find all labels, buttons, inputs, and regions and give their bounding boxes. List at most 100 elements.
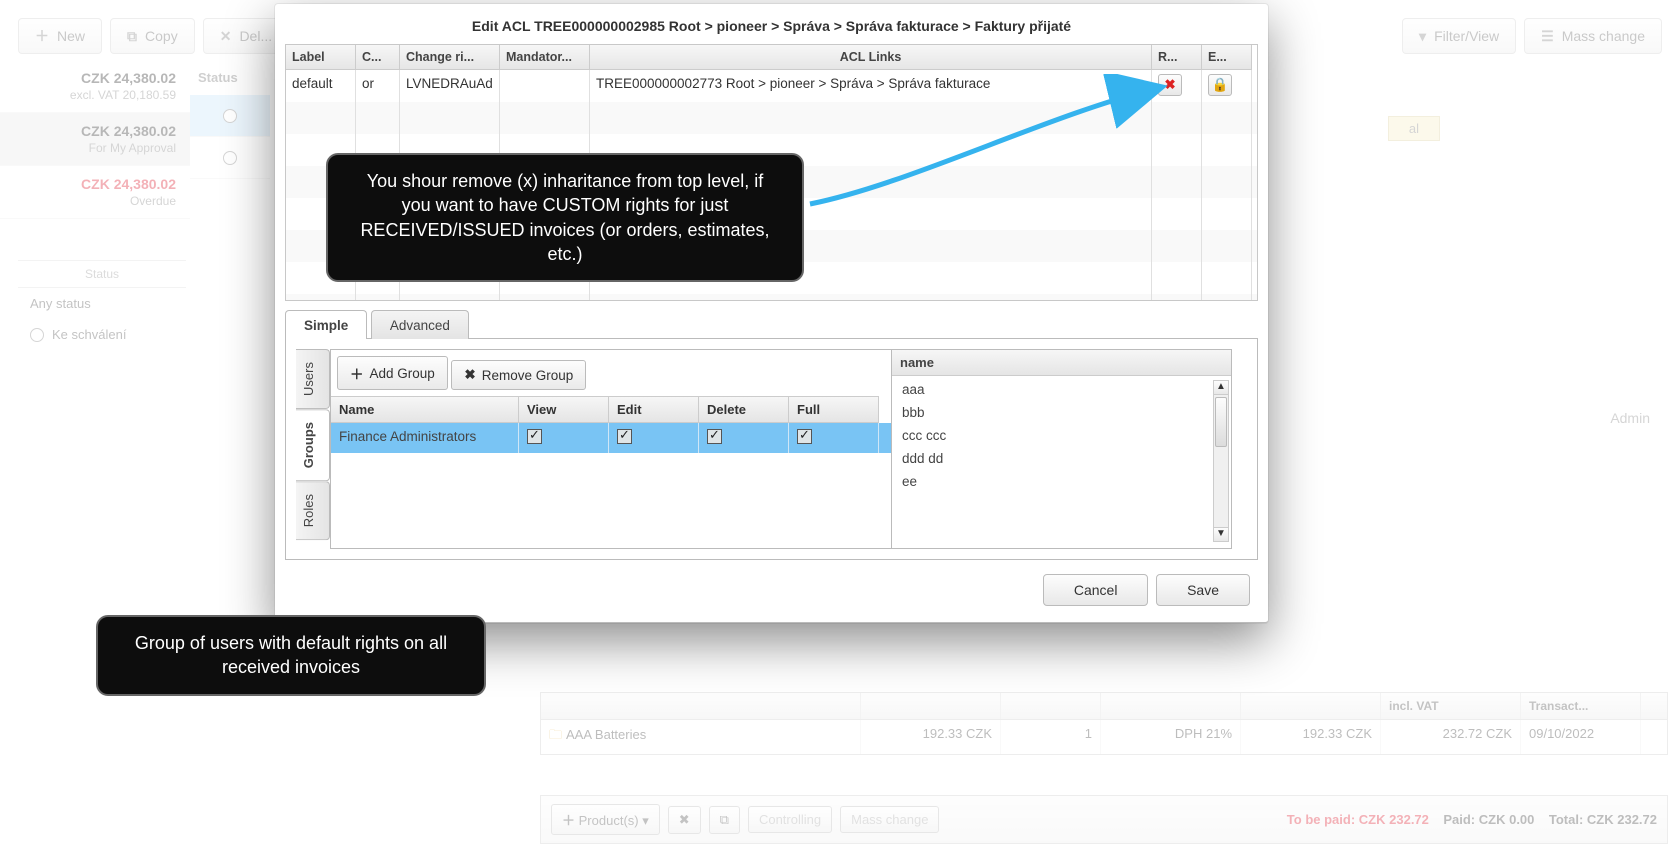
mass-change-items-button[interactable]: Mass change — [840, 806, 939, 833]
products-button[interactable]: ＋ Product(s) ▾ — [551, 804, 660, 835]
summary-sub: excl. VAT 20,180.59 — [14, 88, 176, 102]
modal-tabs: Simple Advanced Users Groups Roles ＋Add … — [285, 309, 1258, 560]
groups-box: ＋Add Group ✖Remove Group Name View Edit … — [330, 349, 892, 549]
acl-row-change: LVNEDRAuAd — [400, 70, 500, 102]
status-column: Status — [190, 60, 270, 179]
col-change-rights: Change ri... — [400, 45, 500, 70]
scroll-down-icon[interactable]: ▼ — [1214, 527, 1228, 541]
remove-inheritance-button[interactable]: ✖ — [1158, 74, 1182, 96]
tab-simple[interactable]: Simple — [285, 310, 367, 339]
remove-item-button[interactable]: ✖ — [668, 806, 701, 834]
remove-group-button[interactable]: ✖Remove Group — [451, 360, 586, 390]
col-incl-vat: incl. VAT — [1381, 693, 1521, 719]
col-acl-links: ACL Links — [590, 45, 1152, 70]
scrollbar[interactable]: ▲ ▼ — [1213, 380, 1229, 542]
delete-label: Del... — [239, 28, 272, 44]
folder-icon: 🗀 — [549, 727, 562, 742]
new-button[interactable]: ＋New — [18, 18, 102, 54]
mass-change-button[interactable]: ☰ Mass change — [1524, 18, 1662, 54]
copy-button[interactable]: ⧉Copy — [110, 18, 195, 54]
names-list: aaa bbb ccc ccc ddd dd ee — [892, 376, 1231, 495]
group-row[interactable]: Finance Administrators — [331, 423, 891, 453]
checkbox-view[interactable] — [527, 429, 542, 444]
status-radio[interactable] — [223, 151, 237, 165]
item-name: AAA Batteries — [566, 727, 646, 742]
modal-title: Edit ACL TREE000000002985 Root > pioneer… — [275, 4, 1268, 44]
list-item[interactable]: bbb — [898, 401, 1225, 424]
item-price: 192.33 CZK — [861, 720, 1001, 754]
vtab-users[interactable]: Users — [296, 349, 330, 409]
items-area: incl. VAT Transact... 🗀 AAA Batteries 192… — [540, 692, 1668, 844]
list-item[interactable]: ee — [898, 470, 1225, 493]
summary-amount: CZK 24,380.02 — [14, 123, 176, 139]
checklist-icon: ☰ — [1541, 28, 1554, 45]
col-mandator: Mandator... — [500, 45, 590, 70]
copy-item-button[interactable]: ⧉ — [709, 806, 740, 834]
annotation-bottom: Group of users with default rights on al… — [96, 615, 486, 696]
checkbox-full[interactable] — [797, 429, 812, 444]
checkbox-edit[interactable] — [617, 429, 632, 444]
col-name: Name — [331, 396, 519, 423]
filter-button[interactable]: ▾Filter/View — [1402, 18, 1516, 54]
names-box: name aaa bbb ccc ccc ddd dd ee ▲ ▼ — [892, 349, 1232, 549]
col-delete: Delete — [699, 396, 789, 423]
acl-row-label: default — [286, 70, 356, 102]
scroll-up-icon[interactable]: ▲ — [1214, 381, 1228, 395]
controlling-button[interactable]: Controlling — [748, 806, 832, 833]
item-total: 192.33 CZK — [1241, 720, 1381, 754]
summary-card[interactable]: CZK 24,380.02 excl. VAT 20,180.59 — [0, 60, 190, 113]
vertical-tabs: Users Groups Roles — [296, 349, 330, 549]
col-edit: Edit — [609, 396, 699, 423]
copy-label: Copy — [145, 28, 178, 44]
filter-label: Filter/View — [1434, 28, 1499, 44]
list-item[interactable]: ccc ccc — [898, 424, 1225, 447]
status-header: Status — [190, 60, 270, 95]
summary-sub: For My Approval — [14, 141, 176, 155]
summary-card[interactable]: CZK 24,380.02 For My Approval — [0, 113, 190, 166]
tab-panel: Users Groups Roles ＋Add Group ✖Remove Gr… — [285, 338, 1258, 560]
status-filter: Status Any status Ke schválení — [18, 260, 186, 350]
names-header: name — [892, 350, 1231, 376]
vtab-roles[interactable]: Roles — [296, 481, 330, 540]
status-radio[interactable] — [223, 109, 237, 123]
tab-advanced[interactable]: Advanced — [371, 310, 469, 339]
mass-label: Mass change — [1562, 28, 1645, 44]
col-view: View — [519, 396, 609, 423]
scroll-thumb[interactable] — [1215, 397, 1227, 447]
acl-row-mandator — [500, 70, 590, 102]
add-group-button[interactable]: ＋Add Group — [337, 356, 448, 390]
acl-table-header: Label C... Change ri... Mandator... ACL … — [286, 45, 1257, 70]
table-row[interactable]: 🗀AAA Batteries 192.33 CZK 1 DPH 21% 192.… — [540, 720, 1668, 755]
save-button[interactable]: Save — [1156, 574, 1250, 606]
status-filter-item[interactable]: Ke schválení — [18, 319, 186, 350]
status-filter-title: Status — [18, 260, 186, 288]
tag-al: al — [1388, 116, 1440, 141]
annotation-top: You shour remove (x) inharitance from to… — [326, 153, 804, 282]
col-transact: Transact... — [1521, 693, 1641, 719]
list-item[interactable]: ddd dd — [898, 447, 1225, 470]
summary-amount: CZK 24,380.02 — [14, 70, 176, 86]
item-date: 09/10/2022 — [1521, 720, 1641, 754]
summary-amount: CZK 24,380.02 — [14, 176, 176, 192]
checkbox-delete[interactable] — [707, 429, 722, 444]
modal-buttons: Cancel Save — [275, 560, 1268, 608]
col-full: Full — [789, 396, 879, 423]
list-item[interactable]: aaa — [898, 378, 1225, 401]
col-r: R... — [1152, 45, 1202, 70]
items-header: incl. VAT Transact... — [540, 692, 1668, 720]
item-incl: 232.72 CZK — [1381, 720, 1521, 754]
status-filter-any[interactable]: Any status — [18, 288, 186, 319]
lock-button[interactable]: 🔒 — [1208, 74, 1232, 96]
acl-row[interactable]: default or LVNEDRAuAd TREE000000002773 R… — [286, 70, 1257, 102]
groups-header: Name View Edit Delete Full — [331, 396, 891, 423]
x-icon: ✖ — [464, 367, 475, 383]
totals: To be paid: CZK 232.72 Paid: CZK 0.00 To… — [1287, 812, 1657, 827]
summary-card[interactable]: CZK 24,380.02 Overdue — [0, 166, 190, 219]
plus-icon: ＋ — [35, 26, 49, 46]
vtab-groups[interactable]: Groups — [296, 409, 330, 481]
edit-acl-modal: Edit ACL TREE000000002985 Root > pioneer… — [275, 4, 1268, 623]
cancel-button[interactable]: Cancel — [1043, 574, 1149, 606]
col-label: Label — [286, 45, 356, 70]
item-qty: 1 — [1001, 720, 1101, 754]
items-footer: ＋ Product(s) ▾ ✖ ⧉ Controlling Mass chan… — [540, 795, 1668, 844]
